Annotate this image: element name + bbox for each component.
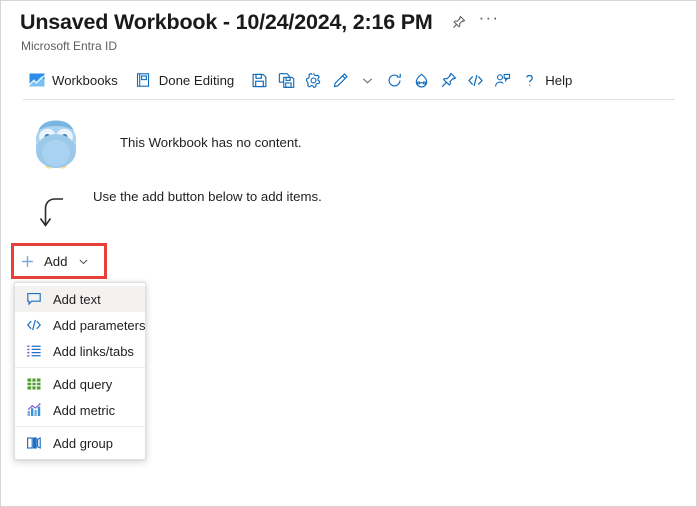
toolbar-label-done-editing: Done Editing [158,72,235,88]
menu-item-label: Add parameters [53,317,146,333]
toolbar-label-help: Help [545,72,573,88]
refresh-icon [386,72,403,89]
hint-message: Use the add button below to add items. [93,189,322,204]
menu-group-layout: Add group [15,426,145,459]
code-brackets-icon [467,72,484,89]
more-options-icon[interactable]: ··· [479,9,500,30]
menu-item-label: Add query [53,376,113,392]
done-editing-icon [135,72,152,89]
toolbar-button-code[interactable] [462,65,489,95]
bar-chart-metric-icon [25,401,43,419]
toolbar-button-workbooks[interactable]: Workbooks [23,65,123,95]
toolbar-button-save[interactable] [246,65,273,95]
share-person-icon [494,72,511,89]
group-columns-icon [25,434,43,452]
page-title: Unsaved Workbook - 10/24/2024, 2:16 PM [20,10,433,34]
empty-state-row: This Workbook has no content. [28,113,302,171]
page-header: Unsaved Workbook - 10/24/2024, 2:16 PM ·… [1,1,696,54]
toolbar-button-edit-chevron[interactable] [354,65,381,95]
add-dropdown-menu[interactable]: Add text Add parameters Add links/tabs A… [14,282,146,460]
grid-query-icon [25,375,43,393]
toolbar-label-workbooks: Workbooks [52,72,118,88]
toolbar-button-auto-refresh[interactable] [408,65,435,95]
toolbar-button-share[interactable] [489,65,516,95]
empty-state-message: This Workbook has no content. [120,134,302,150]
toolbar-button-pin[interactable] [435,65,462,95]
plus-icon [18,252,36,270]
curved-down-arrow-icon [29,189,71,234]
menu-group-content: Add text Add parameters Add links/tabs [15,283,146,367]
list-links-icon [25,342,43,360]
menu-item-label: Add links/tabs [53,343,134,359]
save-icon [251,72,268,89]
menu-item-add-links-tabs[interactable]: Add links/tabs [15,338,145,364]
toolbar-divider [23,99,675,100]
toolbar-button-edit[interactable] [327,65,354,95]
menu-item-label: Add text [53,291,101,307]
owl-illustration-icon [28,113,84,171]
add-button[interactable]: Add [16,248,102,274]
text-comment-icon [25,290,43,308]
page-subtitle: Microsoft Entra ID [21,39,118,53]
chevron-down-icon [359,72,376,89]
menu-item-add-group[interactable]: Add group [15,430,145,456]
toolbar-button-help[interactable]: Help [516,65,577,95]
code-brackets-icon [25,316,43,334]
pin-icon [440,72,457,89]
pencil-icon [332,72,349,89]
workbook-window: Unsaved Workbook - 10/24/2024, 2:16 PM ·… [0,0,697,507]
menu-group-data: Add query Add metric [15,367,145,426]
command-toolbar: Workbooks Done Editing Help [1,63,696,97]
question-mark-icon [521,72,538,89]
add-button-label: Add [44,253,68,269]
hint-row: Use the add button below to add items. [29,189,322,234]
gear-icon [305,72,322,89]
toolbar-button-save-as[interactable] [273,65,300,95]
menu-item-add-parameters[interactable]: Add parameters [15,312,146,338]
menu-item-label: Add metric [53,402,116,418]
title-row: Unsaved Workbook - 10/24/2024, 2:16 PM ·… [1,7,696,37]
save-as-icon [278,72,295,89]
menu-item-add-metric[interactable]: Add metric [15,397,145,423]
clock-auto-refresh-icon [413,72,430,89]
toolbar-button-refresh[interactable] [381,65,408,95]
chevron-down-icon[interactable] [76,254,90,268]
menu-item-add-text[interactable]: Add text [15,286,145,312]
pin-icon[interactable] [449,12,469,32]
toolbar-button-settings[interactable] [300,65,327,95]
toolbar-button-done-editing[interactable]: Done Editing [130,65,240,95]
menu-item-label: Add group [53,435,113,451]
workbooks-chart-icon [28,72,45,89]
menu-item-add-query[interactable]: Add query [15,371,145,397]
